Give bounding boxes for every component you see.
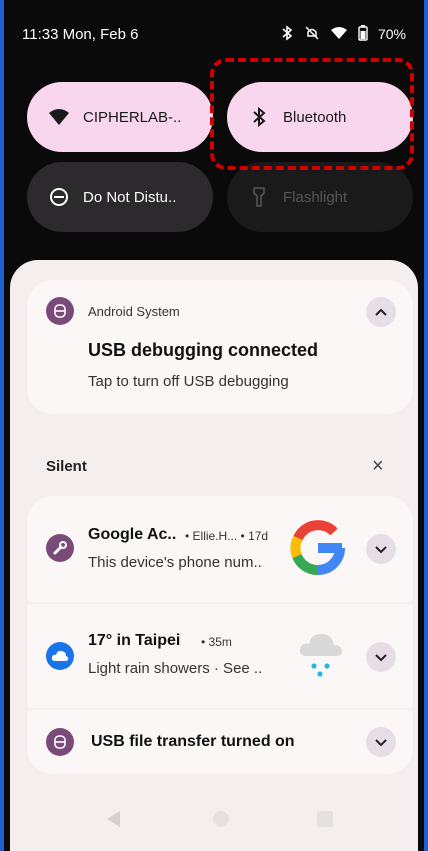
cloud-icon <box>46 642 74 670</box>
recents-button-icon[interactable] <box>316 810 334 833</box>
screen-edge-right <box>424 0 428 851</box>
notification-title: 17° in Taipei <box>88 632 181 649</box>
home-button-icon[interactable] <box>212 810 230 833</box>
back-button-icon[interactable] <box>104 809 122 834</box>
expand-chevron-icon[interactable] <box>366 642 396 672</box>
battery-percent: 70% <box>377 26 406 42</box>
notification-body: This device's phone num.. <box>88 554 262 571</box>
collapse-chevron-icon[interactable] <box>366 297 396 327</box>
wifi-status-icon <box>330 26 348 43</box>
notification-app-name: Android System <box>88 304 180 319</box>
expand-chevron-icon[interactable] <box>366 534 396 564</box>
tile-flashlight[interactable]: Flashlight <box>227 162 413 232</box>
battery-icon <box>358 24 368 44</box>
navigation-bar <box>0 809 428 833</box>
tile-label: Flashlight <box>283 188 348 206</box>
tile-label: CIPHERLAB-.. <box>83 108 182 126</box>
mute-icon <box>304 25 320 44</box>
wrench-icon <box>46 534 74 562</box>
notification-title: Google Ac.. <box>88 526 177 543</box>
notification-google-account[interactable]: Google Ac.. • Ellie.H... • 17d This devi… <box>27 496 413 602</box>
notification-body: Tap to turn off USB debugging <box>88 373 289 390</box>
notification-body: Light rain showers · See .. <box>88 660 263 677</box>
highlight-dashed-outline <box>210 58 414 170</box>
expand-chevron-icon[interactable] <box>366 727 396 757</box>
wifi-icon <box>47 105 71 129</box>
android-system-icon <box>46 728 74 756</box>
notification-title: USB debugging connected <box>88 340 319 360</box>
silent-section-label: Silent <box>46 458 87 475</box>
tile-do-not-disturb[interactable]: Do Not Distu.. <box>27 162 213 232</box>
status-bar: 11:33 Mon, Feb 6 70% <box>22 22 406 46</box>
clock: 11:33 Mon, Feb 6 <box>22 25 139 43</box>
notification-usb-file-transfer[interactable]: USB file transfer turned on <box>27 710 413 774</box>
notification-shade-screen: 11:33 Mon, Feb 6 70% CIPHERLAB-.. Blueto… <box>0 0 428 851</box>
notification-meta: • Ellie.H... • 17d <box>185 529 269 543</box>
notification-meta: • 35m <box>201 635 232 649</box>
bluetooth-status-icon <box>280 24 294 44</box>
tile-label: Do Not Distu.. <box>83 188 177 206</box>
screen-edge-left <box>0 0 4 851</box>
flashlight-icon <box>247 185 271 209</box>
clear-silent-icon[interactable]: × <box>372 455 384 478</box>
status-icons: 70% <box>280 24 406 44</box>
do-not-disturb-icon <box>47 185 71 209</box>
notification-usb-debugging[interactable]: Android System USB debugging connected T… <box>27 280 413 414</box>
rain-showers-icon <box>297 626 347 682</box>
notification-title: USB file transfer turned on <box>91 733 295 750</box>
tile-wifi[interactable]: CIPHERLAB-.. <box>27 82 213 152</box>
android-system-icon <box>46 297 74 325</box>
google-logo-icon <box>288 518 348 578</box>
notification-weather[interactable]: 17° in Taipei • 35m Light rain showers ·… <box>27 604 413 708</box>
